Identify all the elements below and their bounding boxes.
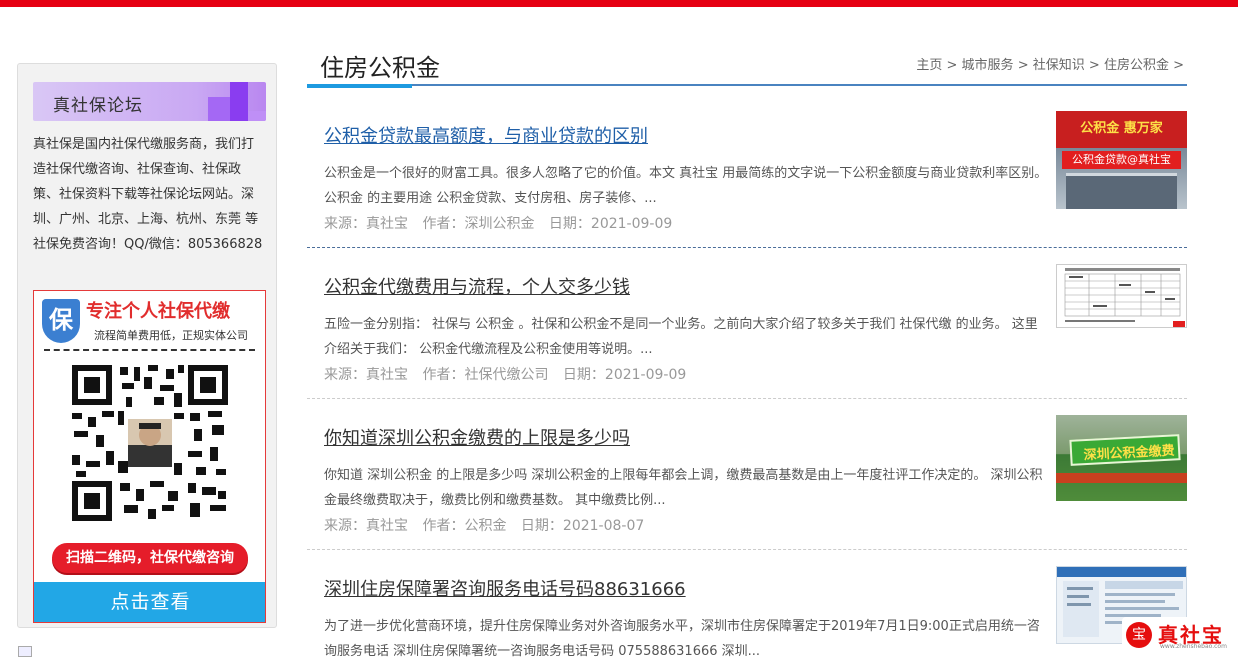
article-author: 作者：深圳公积金 (422, 216, 535, 232)
article-title-link[interactable]: 你知道深圳公积金缴费的上限是多少吗 (324, 424, 630, 450)
breadcrumb-home[interactable]: 主页 (916, 58, 942, 73)
article-separator (307, 398, 1187, 399)
breadcrumb-social-knowledge[interactable]: 社保知识 (1033, 58, 1085, 73)
social-security-ad[interactable]: 保 专注个人社保代缴 流程简单费用低，正规实体公司 扫描二维码，社保代缴咨询 点… (33, 290, 266, 623)
scan-qr-pill[interactable]: 扫描二维码，社保代缴咨询 (52, 543, 248, 573)
breadcrumb: 主页 > 城市服务 > 社保知识 > 住房公积金 > (916, 54, 1184, 73)
thumb-decor (1066, 173, 1177, 209)
article-thumbnail[interactable]: 深圳公积金缴费 (1056, 415, 1187, 501)
article-meta: 来源：真社宝 作者：深圳公积金 日期：2021-09-09 (324, 213, 682, 233)
forum-header[interactable]: 真社保论坛 (33, 82, 266, 121)
article-meta: 来源：真社宝 作者：社保代缴公司 日期：2021-09-09 (324, 364, 696, 384)
article-title-link[interactable]: 公积金贷款最高额度，与商业贷款的区别 (324, 122, 648, 148)
qr-code (70, 363, 230, 523)
article-separator (307, 549, 1187, 550)
article-title-link[interactable]: 公积金代缴费用与流程，个人交多少钱 (324, 273, 630, 299)
logo-url: www.zhenshebao.com (1160, 643, 1227, 650)
broken-image-icon (18, 646, 32, 657)
article-item: 公积金代缴费用与流程，个人交多少钱 五险一金分别指： 社保与 公积金 。社保和公… (307, 264, 1187, 393)
breadcrumb-separator: > (1173, 58, 1184, 73)
thumb-caption: 公积金贷款@真社宝 (1062, 151, 1181, 169)
breadcrumb-separator: > (1088, 58, 1100, 73)
title-underline (307, 84, 1187, 86)
page-title: 住房公积金 (320, 54, 440, 82)
shield-icon: 保 (42, 299, 80, 343)
article-item: 你知道深圳公积金缴费的上限是多少吗 你知道 深圳公积金 的上限是多少吗 深圳公积… (307, 415, 1187, 544)
breadcrumb-separator: > (946, 58, 958, 73)
breadcrumb-separator: > (1017, 58, 1029, 73)
decor-bar (208, 97, 230, 121)
thumb-decor (1056, 473, 1187, 483)
article-item: 公积金贷款最高额度，与商业贷款的区别 公积金是一个很好的财富工具。很多人忽略了它… (307, 111, 1187, 242)
article-author: 作者：公积金 (422, 518, 507, 534)
article-thumbnail[interactable]: 公积金 惠万家 公积金贷款@真社宝 (1056, 111, 1187, 209)
breadcrumb-city-services[interactable]: 城市服务 (962, 58, 1014, 73)
article-source: 来源：真社宝 (324, 518, 408, 534)
logo-mark-icon: 宝 (1126, 622, 1152, 648)
article-source: 来源：真社宝 (324, 367, 408, 383)
article-date: 日期：2021-09-09 (548, 216, 673, 232)
forum-title: 真社保论坛 (53, 96, 143, 116)
breadcrumb-housing-fund[interactable]: 住房公积金 (1104, 58, 1169, 73)
forum-description: 真社保是国内社保代缴服务商，我们打造社保代缴咨询、社保查询、社保政策、社保资料下… (33, 137, 263, 252)
article-thumbnail[interactable] (1056, 264, 1187, 328)
title-accent (307, 84, 412, 88)
divider (44, 349, 255, 351)
article-separator (307, 247, 1187, 248)
sidebar: 真社保论坛 真社保是国内社保代缴服务商，我们打造社保代缴咨询、社保查询、社保政策… (17, 63, 277, 628)
article-meta: 来源：真社宝 作者：公积金 日期：2021-08-07 (324, 515, 654, 535)
article-excerpt: 五险一金分别指： 社保与 公积金 。社保和公积金不是同一个业务。之前向大家介绍了… (324, 317, 1038, 357)
decor-bar (248, 111, 266, 121)
article-source: 来源：真社宝 (324, 216, 408, 232)
article-excerpt: 你知道 深圳公积金 的上限是多少吗 深圳公积金的上限每年都会上调，缴费最高基数是… (324, 468, 1043, 508)
article-excerpt: 公积金是一个很好的财富工具。很多人忽略了它的价值。本文 真社宝 用最简练的文字说… (324, 166, 1048, 206)
view-details-button[interactable]: 点击查看 (34, 582, 265, 622)
ad-title: 专注个人社保代缴 (86, 301, 230, 322)
article-item: 深圳住房保障署咨询服务电话号码88631666 为了进一步优化营商环境，提升住房… (307, 566, 1187, 659)
table-image (1064, 268, 1185, 327)
article-author: 作者：社保代缴公司 (422, 367, 549, 383)
top-brand-bar (0, 0, 1238, 7)
article-title-link[interactable]: 深圳住房保障署咨询服务电话号码88631666 (324, 575, 686, 601)
ad-subtitle: 流程简单费用低，正规实体公司 (94, 329, 248, 342)
article-date: 日期：2021-09-09 (562, 367, 687, 383)
article-date: 日期：2021-08-07 (520, 518, 645, 534)
thumb-caption: 公积金 惠万家 (1080, 121, 1163, 136)
decor-bar (230, 82, 248, 121)
brand-logo[interactable]: 宝 真社宝 www.zhenshebao.com (1122, 617, 1234, 653)
